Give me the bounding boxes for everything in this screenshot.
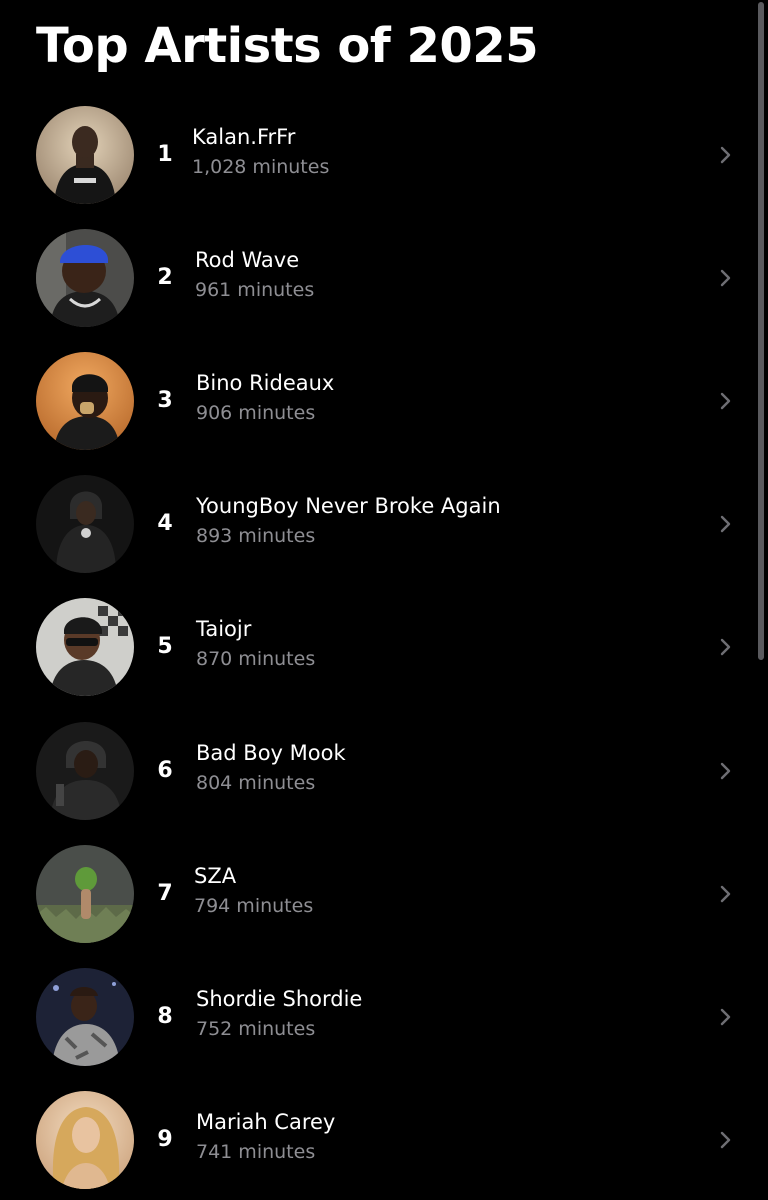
chevron-right-icon[interactable] xyxy=(716,882,736,906)
artist-photo xyxy=(36,475,134,573)
artist-name: Shordie Shordie xyxy=(196,987,363,1011)
artist-row-1[interactable]: 1 Kalan.FrFr 1,028 minutes xyxy=(0,103,764,207)
artist-minutes: 752 minutes xyxy=(196,1018,316,1040)
artist-photo xyxy=(36,106,134,204)
artist-minutes: 870 minutes xyxy=(196,648,316,670)
artist-rank: 5 xyxy=(157,634,173,659)
artist-avatar xyxy=(36,722,134,820)
artist-avatar xyxy=(36,845,134,943)
artist-photo xyxy=(36,968,134,1066)
artist-minutes: 1,028 minutes xyxy=(192,156,330,178)
artist-avatar xyxy=(36,968,134,1066)
artist-photo xyxy=(36,229,134,327)
artist-rank: 6 xyxy=(157,758,173,783)
artist-rank: 4 xyxy=(157,511,173,536)
artist-name: Taiojr xyxy=(196,617,252,641)
artist-rank: 2 xyxy=(157,265,173,290)
artist-list: 1 Kalan.FrFr 1,028 minutes 2 Rod Wave 96… xyxy=(0,0,768,1200)
artist-avatar xyxy=(36,598,134,696)
artist-avatar xyxy=(36,475,134,573)
artist-row-3[interactable]: 3 Bino Rideaux 906 minutes xyxy=(0,349,764,453)
artist-rank: 1 xyxy=(157,142,173,167)
artist-minutes: 893 minutes xyxy=(196,525,316,547)
artist-rank: 8 xyxy=(157,1004,173,1029)
artist-name: Kalan.FrFr xyxy=(192,125,296,149)
artist-row-6[interactable]: 6 Bad Boy Mook 804 minutes xyxy=(0,719,764,823)
artist-avatar xyxy=(36,106,134,204)
artist-rank: 9 xyxy=(157,1127,173,1152)
artist-row-7[interactable]: 7 SZA 794 minutes xyxy=(0,842,764,946)
artist-avatar xyxy=(36,352,134,450)
chevron-right-icon[interactable] xyxy=(716,759,736,783)
chevron-right-icon[interactable] xyxy=(716,143,736,167)
artist-name: YoungBoy Never Broke Again xyxy=(196,494,501,518)
chevron-right-icon[interactable] xyxy=(716,635,736,659)
artist-photo xyxy=(36,1091,134,1189)
artist-row-4[interactable]: 4 YoungBoy Never Broke Again 893 minutes xyxy=(0,472,764,576)
artist-photo xyxy=(36,722,134,820)
chevron-right-icon[interactable] xyxy=(716,512,736,536)
artist-rank: 7 xyxy=(157,881,173,906)
artist-row-9[interactable]: 9 Mariah Carey 741 minutes xyxy=(0,1088,764,1192)
artist-name: Bad Boy Mook xyxy=(196,741,346,765)
chevron-right-icon[interactable] xyxy=(716,389,736,413)
scrollbar-thumb[interactable] xyxy=(758,2,764,660)
artist-row-8[interactable]: 8 Shordie Shordie 752 minutes xyxy=(0,965,764,1069)
artist-photo xyxy=(36,352,134,450)
artist-avatar xyxy=(36,229,134,327)
artist-name: Rod Wave xyxy=(195,248,300,272)
artist-minutes: 804 minutes xyxy=(196,772,316,794)
artist-minutes: 741 minutes xyxy=(196,1141,316,1163)
chevron-right-icon[interactable] xyxy=(716,1128,736,1152)
artist-rank: 3 xyxy=(157,388,173,413)
artist-name: Bino Rideaux xyxy=(196,371,335,395)
artist-name: Mariah Carey xyxy=(196,1110,336,1134)
artist-photo xyxy=(36,598,134,696)
artist-row-2[interactable]: 2 Rod Wave 961 minutes xyxy=(0,226,764,330)
artist-minutes: 906 minutes xyxy=(196,402,316,424)
artist-name: SZA xyxy=(194,864,237,888)
artist-minutes: 794 minutes xyxy=(194,895,314,917)
chevron-right-icon[interactable] xyxy=(716,266,736,290)
artist-photo xyxy=(36,845,134,943)
chevron-right-icon[interactable] xyxy=(716,1005,736,1029)
artist-row-5[interactable]: 5 Taiojr 870 minutes xyxy=(0,595,764,699)
artist-minutes: 961 minutes xyxy=(195,279,315,301)
artist-avatar xyxy=(36,1091,134,1189)
